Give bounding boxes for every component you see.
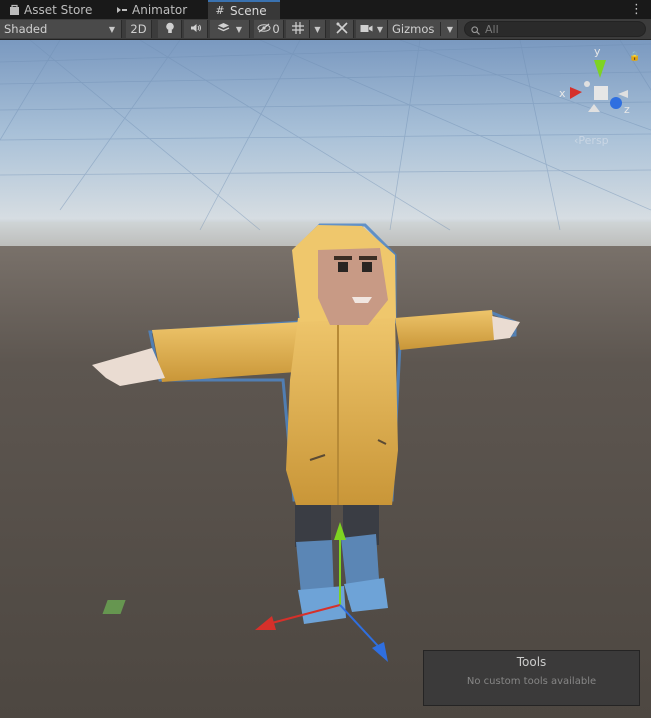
chevron-down-icon: ▼: [446, 24, 453, 34]
scene-render: [0, 40, 651, 718]
gizmo-x-label: x: [559, 87, 566, 100]
animator-icon: [116, 4, 128, 16]
chevron-down-icon: ▼: [108, 24, 115, 34]
search-input[interactable]: [485, 22, 635, 36]
toggle-2d-label: 2D: [130, 22, 147, 36]
eye-slash-icon: [257, 22, 271, 36]
draw-mode-dropdown[interactable]: Shaded ▼: [0, 20, 122, 38]
tab-label: Asset Store: [24, 2, 93, 17]
lock-icon[interactable]: 🔒: [629, 52, 640, 62]
draw-mode-label: Shaded: [4, 22, 48, 36]
gizmo-y-label: y: [594, 45, 601, 58]
camera-settings-dropdown[interactable]: ▼: [356, 20, 388, 38]
grid-toggle-button[interactable]: [286, 20, 310, 38]
search-icon: [471, 20, 480, 39]
editor-tab-bar: Asset Store Animator # Scene ⋮: [0, 0, 651, 19]
bag-icon: [8, 4, 20, 16]
camera-icon: [360, 22, 373, 36]
projection-toggle[interactable]: ‹Persp: [574, 134, 609, 147]
tools-toggle-button[interactable]: [330, 20, 354, 38]
lightbulb-icon: [165, 22, 175, 37]
chevron-down-icon: ▼: [376, 24, 384, 34]
crossed-tools-icon: [335, 21, 348, 37]
layers-effects-icon: [217, 22, 230, 36]
chevron-down-icon: ▼: [314, 24, 321, 34]
tab-scene[interactable]: # Scene: [208, 0, 280, 19]
scene-viewport[interactable]: y x z 🔒: [0, 40, 651, 718]
tools-overlay-message: No custom tools available: [466, 676, 597, 687]
gizmo-z-label: z: [624, 103, 630, 116]
gizmos-dropdown[interactable]: Gizmos ▼: [388, 20, 458, 38]
hidden-objects-toggle[interactable]: 0: [254, 20, 284, 38]
sky: [0, 40, 651, 250]
lighting-toggle-button[interactable]: [158, 20, 182, 38]
chevron-down-icon: ▼: [235, 24, 243, 34]
toggle-2d-button[interactable]: 2D: [126, 20, 152, 38]
grid-options-dropdown[interactable]: ▼: [310, 20, 326, 38]
grid-hash-icon: #: [215, 4, 225, 17]
tab-asset-store[interactable]: Asset Store: [2, 0, 106, 19]
speaker-icon: [190, 22, 202, 36]
divider: [440, 22, 442, 36]
effects-dropdown[interactable]: ▼: [210, 20, 250, 38]
hidden-count: 0: [272, 22, 280, 36]
audio-toggle-button[interactable]: [184, 20, 208, 38]
tab-label: Scene: [230, 3, 267, 18]
grid-snap-icon: [291, 21, 304, 37]
tab-label: Animator: [132, 2, 188, 17]
scene-search-field[interactable]: [464, 21, 646, 37]
gizmos-label: Gizmos: [392, 22, 435, 36]
more-options-icon[interactable]: ⋮: [630, 2, 643, 17]
gizmo-z-cone: [610, 97, 622, 109]
tools-overlay-title: Tools: [516, 655, 547, 669]
tab-animator[interactable]: Animator: [110, 0, 206, 19]
projection-label: Persp: [578, 134, 609, 147]
tools-overlay-panel[interactable]: Tools No custom tools available: [423, 650, 640, 706]
